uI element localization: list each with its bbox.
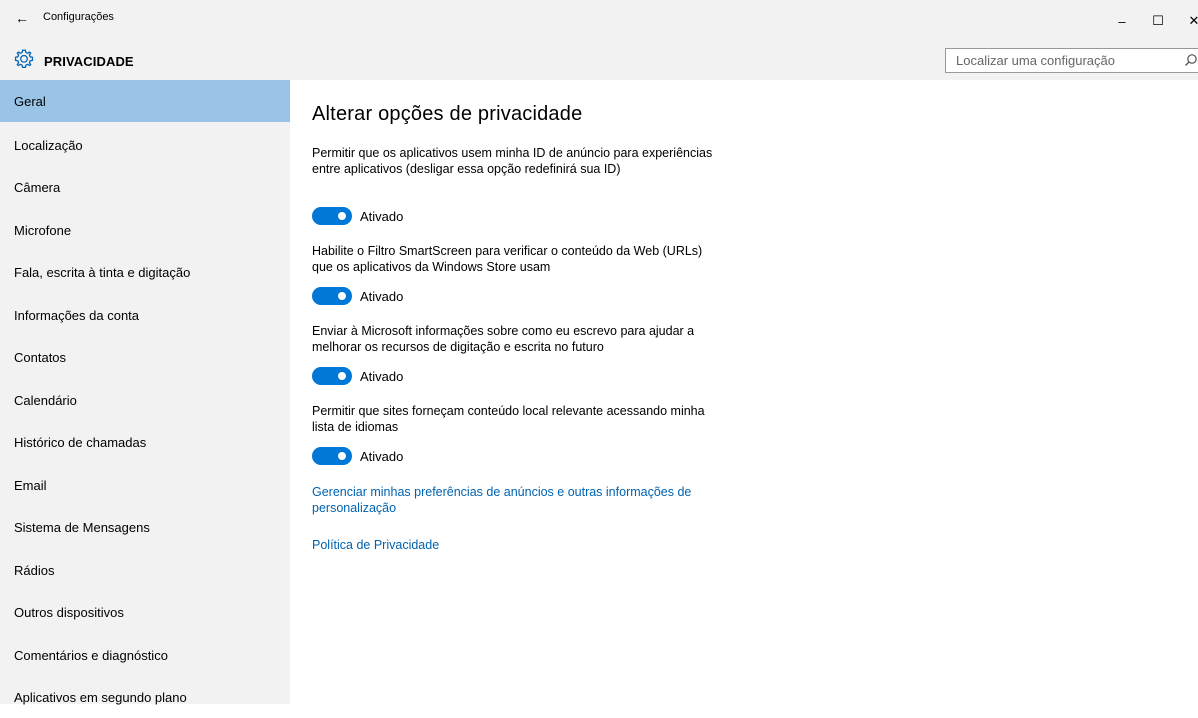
- toggle-state-label: Ativado: [360, 448, 404, 464]
- back-button[interactable]: ←: [10, 6, 34, 30]
- search-input[interactable]: [946, 49, 1166, 72]
- setting-toggle-row-language-list: Ativado: [312, 446, 403, 466]
- sidebar-item-microfone[interactable]: Microfone: [0, 209, 290, 251]
- sidebar-item-camera[interactable]: Câmera: [0, 166, 290, 208]
- sidebar-item-geral[interactable]: Geral: [0, 80, 290, 122]
- setting-description-smartscreen: Habilite o Filtro SmartScreen para verif…: [312, 244, 703, 274]
- gear-icon: [14, 49, 34, 68]
- sidebar-item-comentarios[interactable]: Comentários e diagnóstico: [0, 634, 290, 676]
- sidebar-item-mensagens[interactable]: Sistema de Mensagens: [0, 506, 290, 548]
- toggle-state-label: Ativado: [360, 368, 404, 384]
- privacy-policy-link[interactable]: Política de Privacidade: [312, 537, 732, 553]
- toggle-switch-smartscreen[interactable]: [312, 287, 352, 305]
- app-title: Configurações: [43, 11, 114, 23]
- toggle-state-label: Ativado: [360, 208, 404, 224]
- manage-ad-preferences-link[interactable]: Gerenciar minhas preferências de anúncio…: [312, 484, 732, 516]
- toggle-switch-advertising-id[interactable]: [312, 207, 352, 225]
- sidebar-item-segundo-plano[interactable]: Aplicativos em segundo plano: [0, 676, 290, 718]
- search-icon[interactable]: [1184, 53, 1198, 67]
- close-button[interactable]: ✕: [1184, 11, 1198, 31]
- sidebar-item-historico-chamadas[interactable]: Histórico de chamadas: [0, 421, 290, 463]
- main-content: Alterar opções de privacidade Permitir q…: [290, 80, 1198, 704]
- sidebar-item-fala[interactable]: Fala, escrita à tinta e digitação: [0, 251, 290, 293]
- sidebar-item-localizacao[interactable]: Localização: [0, 124, 290, 166]
- toggle-switch-language-list[interactable]: [312, 447, 352, 465]
- setting-description-language-list: Permitir que sites forneçam conteúdo loc…: [312, 404, 705, 434]
- search-box[interactable]: [945, 48, 1198, 73]
- title-bar: ← Configurações – ☐ ✕: [0, 0, 1198, 48]
- toggle-knob: [338, 292, 346, 300]
- setting-description-advertising-id: Permitir que os aplicativos usem minha I…: [312, 146, 713, 176]
- setting-description-typing-info: Enviar à Microsoft informações sobre com…: [312, 324, 695, 354]
- back-arrow-icon: ←: [15, 10, 29, 26]
- sidebar-item-outros-dispositivos[interactable]: Outros dispositivos: [0, 591, 290, 633]
- toggle-knob: [338, 212, 346, 220]
- toggle-knob: [338, 372, 346, 380]
- setting-toggle-row-smartscreen: Ativado: [312, 286, 403, 306]
- sidebar-item-radios[interactable]: Rádios: [0, 549, 290, 591]
- sidebar: Geral Localização Câmera Microfone Fala,…: [0, 80, 290, 705]
- page-title: Alterar opções de privacidade: [312, 103, 583, 125]
- page-header: PRIVACIDADE: [0, 42, 1198, 80]
- section-title: PRIVACIDADE: [44, 54, 134, 69]
- setting-toggle-row-typing-info: Ativado: [312, 366, 403, 386]
- minimize-button[interactable]: –: [1112, 11, 1132, 31]
- sidebar-item-informacoes-conta[interactable]: Informações da conta: [0, 294, 290, 336]
- maximize-button[interactable]: ☐: [1148, 11, 1168, 31]
- setting-toggle-row-advertising-id: Ativado: [312, 206, 403, 226]
- toggle-knob: [338, 452, 346, 460]
- sidebar-item-contatos[interactable]: Contatos: [0, 336, 290, 378]
- toggle-switch-typing-info[interactable]: [312, 367, 352, 385]
- sidebar-item-calendario[interactable]: Calendário: [0, 379, 290, 421]
- toggle-state-label: Ativado: [360, 288, 404, 304]
- sidebar-item-email[interactable]: Email: [0, 464, 290, 506]
